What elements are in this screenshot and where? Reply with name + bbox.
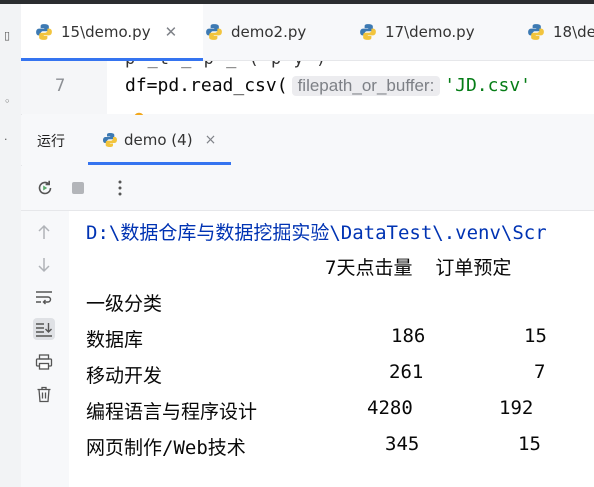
tab-label: demo2.py — [231, 23, 307, 41]
stop-icon — [72, 182, 84, 194]
code-line: df=pd.read_csv(filepath_or_buffer: 'JD.cs… — [125, 75, 531, 96]
python-icon — [36, 24, 52, 40]
code-editor[interactable]: 7 p _t _ p _ ( p y ) df=pd.read_csv(file… — [21, 61, 594, 114]
console-row-orders: 192 — [499, 397, 534, 419]
print-button[interactable] — [33, 351, 55, 373]
run-tab-label: demo (4) — [124, 131, 193, 149]
editor-tab-bar: 15\demo.py ✕ demo2.py 17\demo.py 18\de — [21, 4, 594, 61]
console-row-name: 编程语言与程序设计 — [86, 401, 258, 423]
stop-button[interactable] — [68, 178, 88, 198]
console-side-toolbar — [21, 211, 69, 487]
console-row-clicks: 261 — [389, 361, 424, 383]
tab-15-demo-py[interactable]: 15\demo.py ✕ — [21, 4, 203, 61]
run-tab-demo[interactable]: demo (4) × — [88, 115, 231, 165]
console-row-clicks: 4280 — [367, 397, 413, 419]
tab-label: 17\demo.py — [385, 23, 475, 41]
console-row-clicks: 345 — [385, 433, 420, 455]
scroll-to-end-icon — [36, 323, 52, 337]
console-row-clicks: 186 — [391, 325, 426, 347]
tab-label: 15\demo.py — [61, 23, 151, 41]
trash-icon — [37, 386, 51, 402]
arrow-down-icon — [38, 258, 50, 273]
tab-18-demo-py[interactable]: 18\de — [527, 4, 594, 60]
tab-demo2-py[interactable]: demo2.py — [205, 4, 306, 60]
run-toolbar — [21, 166, 594, 211]
tab-close-icon[interactable]: ✕ — [165, 23, 178, 41]
run-tab-close-icon[interactable]: × — [205, 132, 217, 148]
console-column-header: 7天点击量 订单预定 — [325, 257, 512, 279]
scroll-down-button[interactable] — [33, 254, 55, 276]
structure-tool-icon[interactable]: ◦ — [4, 96, 16, 108]
python-icon — [528, 24, 544, 40]
python-icon — [360, 24, 376, 40]
more-icon — [118, 180, 122, 196]
soft-wrap-icon — [36, 291, 52, 305]
print-icon — [35, 354, 53, 370]
rerun-button[interactable] — [35, 178, 55, 198]
console-row-orders: 7 — [534, 361, 546, 383]
console-row-orders: 15 — [518, 433, 541, 455]
project-tool-icon[interactable]: ▯ — [4, 30, 16, 42]
scroll-up-button[interactable] — [33, 221, 55, 243]
console-row-name: 数据库 — [86, 329, 144, 351]
scroll-to-end-button[interactable] — [33, 318, 55, 340]
line-number: 7 — [55, 76, 66, 96]
line-gutter: 7 — [21, 61, 107, 114]
console-index-name: 一级分类 — [86, 293, 163, 315]
rerun-icon — [38, 180, 52, 195]
console-row-name: 移动开发 — [86, 365, 163, 387]
console-path-line: D:\数据仓库与数据挖掘实验\DataTest\.venv\Scr — [86, 222, 547, 244]
tab-label: 18\de — [553, 23, 594, 41]
python-icon — [103, 133, 117, 147]
left-tool-strip: ▯ ◦ · — [0, 4, 22, 487]
console-row-orders: 15 — [524, 325, 547, 347]
run-panel-title: 运行 — [37, 134, 65, 150]
arrow-up-icon — [38, 224, 50, 239]
more-tools-icon[interactable]: · — [4, 134, 16, 146]
python-icon — [206, 24, 222, 40]
clear-console-button[interactable] — [33, 383, 55, 405]
string-literal: 'JD.csv' — [444, 75, 531, 96]
more-options-button[interactable] — [110, 178, 130, 198]
tab-17-demo-py[interactable]: 17\demo.py — [359, 4, 475, 60]
console-row-name: 网页制作/Web技术 — [86, 437, 246, 459]
run-panel-header: 运行 demo (4) × — [21, 115, 594, 165]
console-output[interactable]: D:\数据仓库与数据挖掘实验\DataTest\.venv\Scr 7天点击量 … — [69, 211, 594, 487]
code-prefix: df=pd.read_csv( — [125, 75, 288, 96]
parameter-hint: filepath_or_buffer: — [291, 76, 441, 96]
soft-wrap-button[interactable] — [33, 286, 55, 308]
clipped-code-line: p _t _ p _ ( p y ) — [125, 61, 327, 69]
